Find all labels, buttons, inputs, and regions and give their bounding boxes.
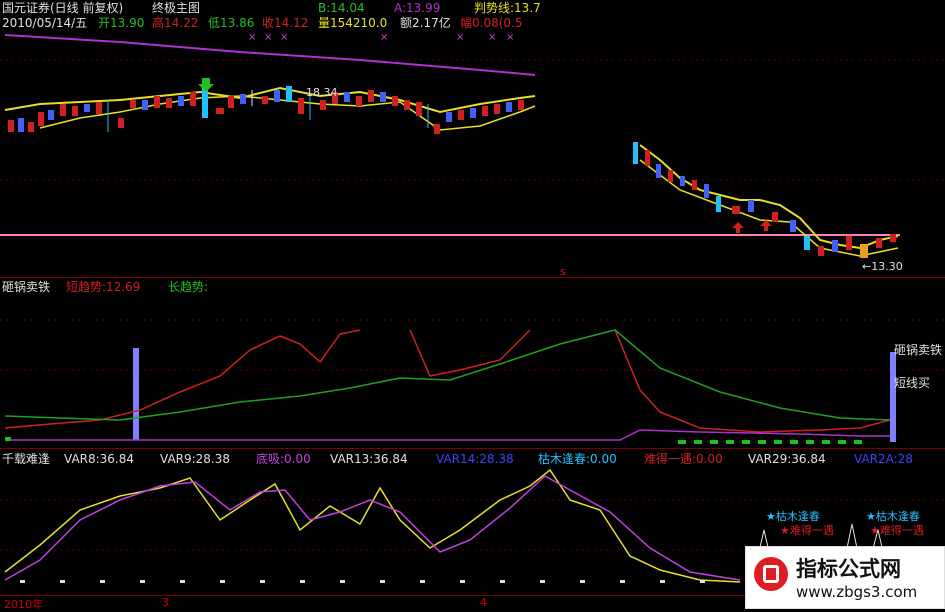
signal-bar-left xyxy=(133,348,139,440)
nande: 难得一遇:0.00 xyxy=(644,452,723,466)
var8: VAR8:36.84 xyxy=(64,452,135,466)
axis-month-3: 3 xyxy=(162,596,169,609)
signal-label-3: ★难得一遇 xyxy=(780,524,834,537)
short-trend-line xyxy=(4,329,361,429)
signal-label-4: ★难得一遇 xyxy=(870,524,924,537)
date-label: 2010/05/14/五 xyxy=(2,16,88,30)
short-trend-label: 短趋势:12.69 xyxy=(66,280,141,294)
low-annotation: ←13.30 xyxy=(862,260,903,273)
candles-right xyxy=(633,142,896,258)
panel2-title: 砸锅卖铁 xyxy=(2,280,51,294)
short-trend-line-3 xyxy=(614,329,891,433)
volume: 量154210.0 xyxy=(318,16,388,30)
close-price: 收14.12 xyxy=(262,16,309,30)
trend-value: 判势线:13.7 xyxy=(474,1,541,15)
right-label-2: 短线买 xyxy=(894,376,931,390)
ma-line-4 xyxy=(639,159,899,257)
signal-bar-right xyxy=(890,352,896,442)
dibi: 底吸:0.00 xyxy=(256,452,311,466)
axis-month-4: 4 xyxy=(480,596,487,609)
short-trend-line-2 xyxy=(409,329,531,377)
var9: VAR9:28.38 xyxy=(160,452,231,466)
panel3-title: 千载难逢 xyxy=(2,452,51,466)
change-pct: 幅0.08(0.5 xyxy=(460,16,523,30)
high-annotation: 18.34 xyxy=(306,86,338,99)
long-trend-label: 长趋势: xyxy=(168,280,209,294)
low-price: 低13.86 xyxy=(208,16,255,30)
site-logo-icon xyxy=(754,557,788,591)
svg-text:×: × xyxy=(280,32,288,43)
signal-arrow xyxy=(198,78,214,92)
panel-marker: s xyxy=(560,265,566,278)
kumu: 枯木逢春:0.00 xyxy=(538,452,617,466)
b-value: B:14.04 xyxy=(318,1,365,15)
stock-name[interactable]: 国元证券(日线 前复权) xyxy=(2,1,123,15)
right-label-1: 砸锅卖铁 xyxy=(894,343,943,357)
watermark-url: www.zbgs3.com xyxy=(796,583,918,601)
svg-text:×: × xyxy=(248,32,256,43)
svg-text:×: × xyxy=(264,32,272,43)
axis-year: 2010年 xyxy=(4,598,43,611)
ma-line-3 xyxy=(639,144,899,250)
watermark-name: 指标公式网 xyxy=(796,557,901,581)
var-magenta-line xyxy=(4,475,741,581)
amount: 额2.17亿 xyxy=(400,16,451,30)
a-value: A:13.99 xyxy=(394,1,441,15)
watermark: 指标公式网 www.zbgs3.com xyxy=(745,546,945,609)
svg-text:×: × xyxy=(380,32,388,43)
svg-text:×: × xyxy=(506,32,514,43)
indicator-name[interactable]: 终极主图 xyxy=(152,1,200,15)
svg-text:×: × xyxy=(488,32,496,43)
var14: VAR14:28.38 xyxy=(436,452,514,466)
var2a: VAR2A:28 xyxy=(854,452,913,466)
signal-label-1: ★枯木逢春 xyxy=(766,510,820,523)
chart-window[interactable]: × × × × × × × 国元证券(日线 前复权) 终极主图 B:14.04 … xyxy=(0,0,945,611)
var-yellow-line xyxy=(4,468,741,583)
open-price: 开13.90 xyxy=(98,16,145,30)
white-markers xyxy=(20,580,705,583)
svg-text:×: × xyxy=(456,32,464,43)
var29: VAR29:36.84 xyxy=(748,452,826,466)
high-price: 高14.22 xyxy=(152,16,199,30)
var13: VAR13:36.84 xyxy=(330,452,408,466)
signal-label-2: ★枯木逢春 xyxy=(866,510,920,523)
